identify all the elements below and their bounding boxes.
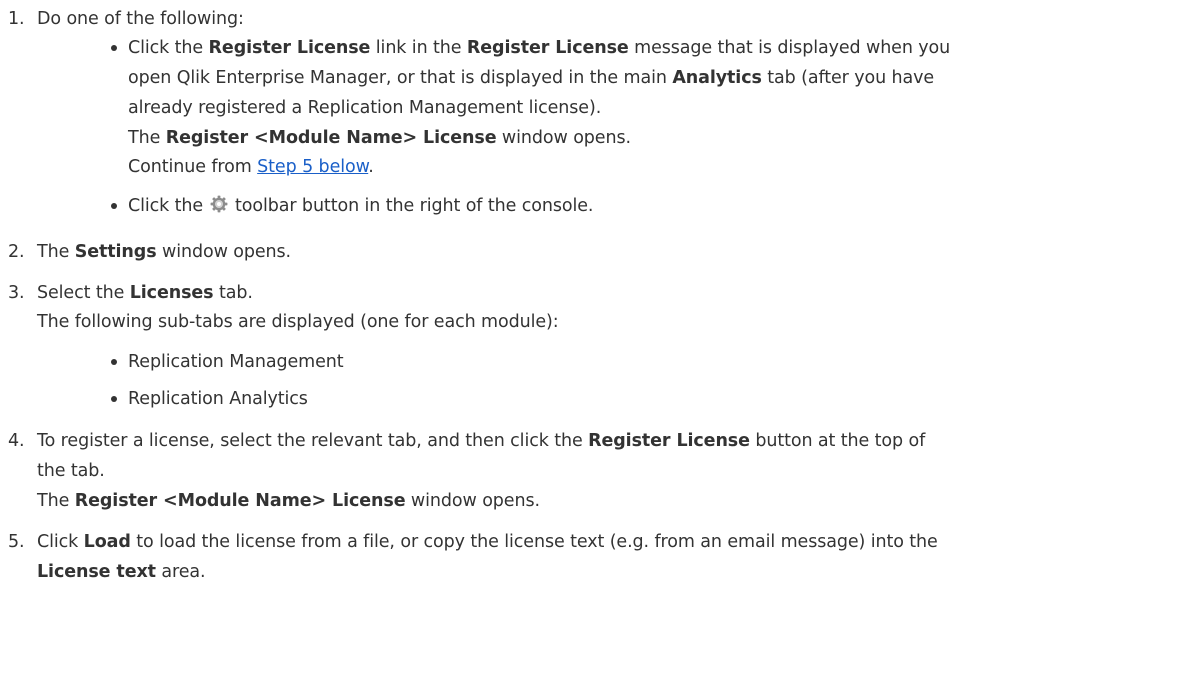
bullet xyxy=(111,203,117,209)
option-a-line-1: Click the Register License link in the R… xyxy=(128,38,951,58)
step-4-text: To register a license, select the releva… xyxy=(37,431,926,451)
bullet xyxy=(111,359,117,365)
step-2-text: The Settings window opens. xyxy=(37,242,292,262)
option-b-line: Click the toolbar button in the right of… xyxy=(128,195,594,216)
document-page: 1. Do one of the following: Click the Re… xyxy=(0,0,1183,679)
step-3-line-2: The following sub-tabs are displayed (on… xyxy=(37,312,559,332)
step-5-link[interactable]: Step 5 below xyxy=(257,157,368,177)
subtab-item: Replication Analytics xyxy=(128,389,308,409)
step-4-line-2: the tab. xyxy=(37,461,105,481)
bullet xyxy=(111,396,117,402)
subtab-item: Replication Management xyxy=(128,352,344,372)
option-a-line-2: open Qlik Enterprise Manager, or that is… xyxy=(128,68,935,88)
step-1-text: Do one of the following: xyxy=(37,9,244,29)
step-5-text: Click Load to load the license from a fi… xyxy=(37,532,938,552)
bullet xyxy=(111,45,117,51)
step-2-number: 2. xyxy=(8,242,25,262)
option-a-line-3: already registered a Replication Managem… xyxy=(128,98,602,118)
step-3-number: 3. xyxy=(8,283,25,303)
gear-icon xyxy=(210,195,228,213)
option-a-line-4: The Register <Module Name> License windo… xyxy=(128,128,631,148)
step-3-text: Select the Licenses tab. xyxy=(37,283,253,303)
option-a-line-5: Continue from Step 5 below. xyxy=(128,157,374,177)
step-5-line-2: License text area. xyxy=(37,562,206,582)
step-4-number: 4. xyxy=(8,431,25,451)
step-1-number: 1. xyxy=(8,9,25,29)
step-4-line-3: The Register <Module Name> License windo… xyxy=(37,491,540,511)
step-5-number: 5. xyxy=(8,532,25,552)
